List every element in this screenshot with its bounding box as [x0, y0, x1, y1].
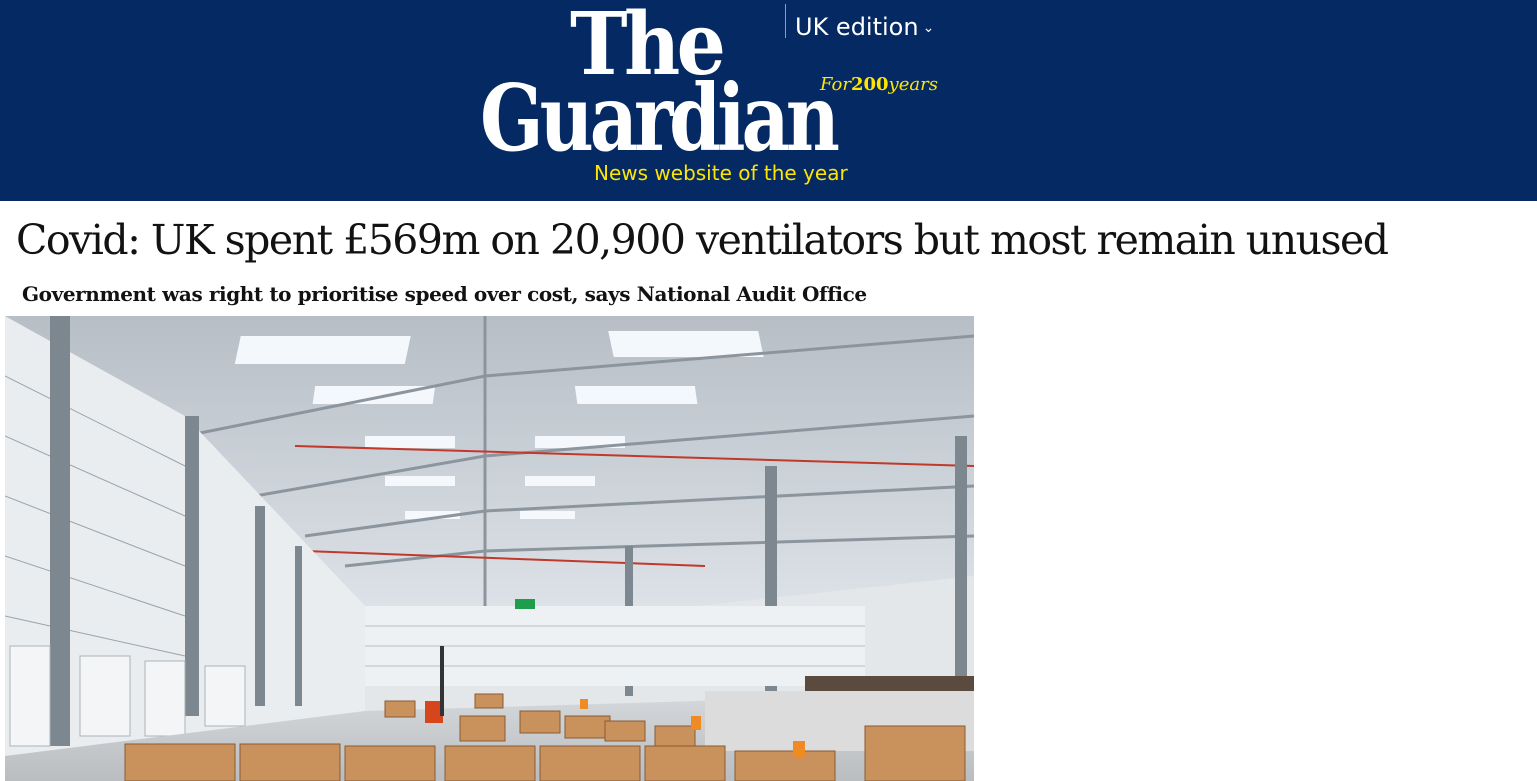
article-main-image — [5, 316, 974, 781]
tagline: News website of the year — [594, 161, 848, 185]
warehouse-photo — [5, 316, 974, 781]
edition-label: UK edition — [795, 13, 919, 41]
article-standfirst: Government was right to prioritise speed… — [22, 282, 867, 306]
chevron-down-icon: ⌄ — [922, 20, 935, 36]
logo-guardian: Guardian — [480, 64, 840, 172]
anniversary-suffix: years — [888, 74, 938, 95]
anniversary-number: 200 — [850, 74, 889, 95]
masthead: The Guardian For200years News website of… — [0, 0, 1537, 201]
anniversary-badge: For200years — [820, 74, 938, 95]
edition-divider — [785, 4, 786, 38]
anniversary-prefix: For — [820, 74, 851, 95]
article-headline: Covid: UK spent £569m on 20,900 ventilat… — [16, 216, 1389, 264]
edition-switcher[interactable]: UK edition ⌄ — [795, 12, 934, 43]
